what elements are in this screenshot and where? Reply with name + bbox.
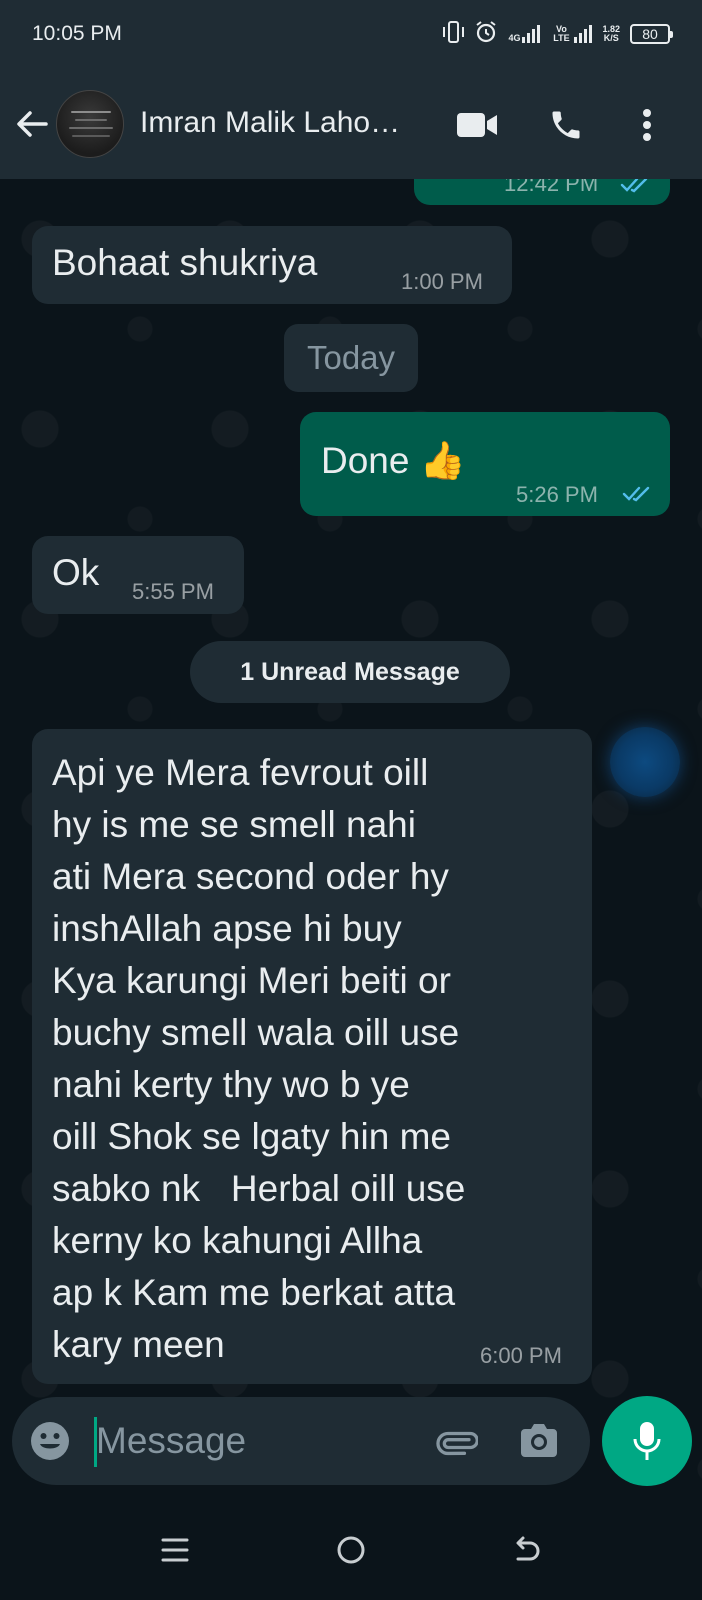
- message-time: 5:26 PM: [516, 482, 598, 507]
- status-time: 10:05 PM: [32, 22, 122, 45]
- emoji-button[interactable]: [30, 1421, 70, 1466]
- voice-record-button[interactable]: [602, 1396, 692, 1486]
- message-bubble-outgoing[interactable]: Ok 12:42 PM: [414, 179, 670, 205]
- read-ticks-icon: [620, 179, 648, 193]
- message-composer: [12, 1397, 590, 1485]
- system-nav-bar: [0, 1500, 702, 1600]
- message-line: oill Shok se lgaty hin me: [52, 1116, 451, 1157]
- message-time: 6:00 PM: [480, 1343, 562, 1368]
- alarm-icon: [474, 20, 498, 49]
- read-ticks-icon: [622, 486, 650, 502]
- message-text: Ok: [52, 552, 100, 593]
- vibrate-icon: [442, 20, 465, 49]
- message-bubble-incoming[interactable]: Api ye Mera fevrout oill hy is me se sme…: [32, 729, 592, 1384]
- more-options-button[interactable]: [622, 100, 672, 150]
- attach-icon: [436, 1431, 479, 1456]
- battery-icon: 80: [630, 24, 673, 44]
- mic-icon: [633, 1422, 661, 1460]
- message-time: 1:00 PM: [401, 269, 483, 294]
- chat-area[interactable]: Ok 12:42 PM Bohaat shukriya 1:00 PM Toda…: [0, 179, 702, 1519]
- message-input[interactable]: [96, 1415, 426, 1467]
- home-button[interactable]: [329, 1528, 373, 1572]
- message-text: Bohaat shukriya: [52, 242, 318, 283]
- voice-call-button[interactable]: [541, 100, 591, 150]
- back-nav-button[interactable]: [505, 1528, 549, 1572]
- floating-assistive-button[interactable]: [610, 727, 680, 797]
- back-nav-icon: [516, 1536, 540, 1561]
- menu-icon: [161, 1538, 189, 1562]
- contact-name[interactable]: Imran Malik Laho…: [140, 106, 400, 140]
- signal-icon-2: [574, 25, 593, 43]
- message-bubble-outgoing[interactable]: Done 👍 5:26 PM: [300, 412, 670, 516]
- unread-banner: 1 Unread Message: [190, 641, 510, 703]
- emoji-icon: [31, 1422, 69, 1460]
- message-line: Kya karungi Meri beiti or: [52, 960, 451, 1001]
- recent-apps-button[interactable]: [153, 1528, 197, 1572]
- message-time: 12:42 PM: [504, 179, 599, 196]
- message-text: Done 👍: [321, 440, 466, 481]
- attach-button[interactable]: [434, 1419, 479, 1468]
- message-line: Api ye Mera fevrout oill: [52, 752, 429, 793]
- message-line: nahi kerty thy wo b ye: [52, 1064, 410, 1105]
- message-time: 5:55 PM: [132, 579, 214, 604]
- message-line: hy is me se smell nahi: [52, 804, 416, 845]
- more-vertical-icon: [643, 109, 651, 141]
- home-circle-icon: [337, 1536, 365, 1564]
- message-line: sabko nk Herbal oill use: [52, 1168, 466, 1209]
- avatar[interactable]: [56, 90, 124, 158]
- volte-label: Vo LTE: [553, 24, 570, 43]
- app-header: 10:05 PM 4G Vo LTE 1.82 K/S 80 Imran Mal…: [0, 0, 702, 179]
- message-line: kary meen: [52, 1324, 225, 1365]
- camera-icon: [521, 1424, 557, 1457]
- message-line: kerny ko kahungi Allha: [52, 1220, 423, 1261]
- video-call-icon: [457, 113, 497, 137]
- net-speed-unit: K/S: [603, 33, 619, 43]
- date-separator: Today: [284, 324, 418, 392]
- phone-icon: [552, 111, 580, 139]
- back-button[interactable]: [14, 106, 50, 142]
- message-line: ati Mera second oder hy: [52, 856, 449, 897]
- message-bubble-incoming[interactable]: Bohaat shukriya 1:00 PM: [32, 226, 512, 304]
- back-arrow-icon: [17, 111, 48, 137]
- camera-button[interactable]: [518, 1421, 560, 1466]
- network-type-label: 4G: [508, 33, 521, 43]
- message-line: inshAllah apse hi buy: [52, 908, 402, 949]
- signal-icon: [522, 25, 541, 43]
- status-icons: 4G Vo LTE 1.82 K/S 80: [442, 20, 673, 49]
- message-line: ap k Kam me berkat atta: [52, 1272, 456, 1313]
- video-call-button[interactable]: [452, 100, 502, 150]
- message-bubble-incoming[interactable]: Ok 5:55 PM: [32, 536, 244, 614]
- message-text: Api ye Mera fevrout oill hy is me se sme…: [52, 747, 465, 1371]
- message-line: buchy smell wala oill use: [52, 1012, 460, 1053]
